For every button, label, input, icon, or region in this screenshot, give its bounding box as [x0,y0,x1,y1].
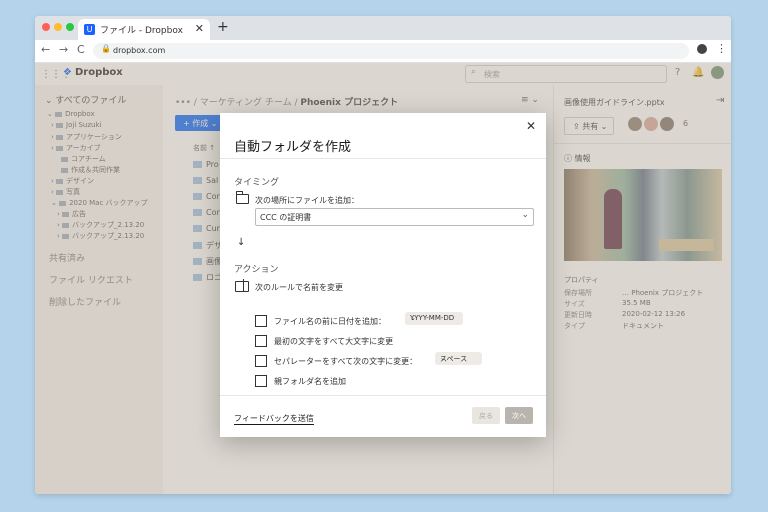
chevron-down-icon: ⌄ [521,210,529,220]
reload-icon[interactable]: C [77,43,85,56]
add-date-checkbox[interactable] [255,315,267,327]
close-icon[interactable]: ✕ [526,119,536,133]
rename-rule-label: 次のルールで名前を変更 [255,283,343,292]
option-parent-folder: 親フォルダ名を追加 [255,375,495,389]
folder-icon [235,191,249,204]
browser-window: U ファイル - Dropbox ✕ + ← → C 🔒 dropbox.com… [35,16,731,494]
maximize-window-icon[interactable] [66,23,74,31]
tab-title: ファイル - Dropbox [100,26,183,36]
divider [220,158,546,159]
url-text: dropbox.com [113,46,166,55]
dropbox-favicon-icon: U [84,24,95,35]
lock-icon: 🔒 [101,44,111,53]
selected-folder-value: CCC の証明書 [260,213,312,222]
close-window-icon[interactable] [42,23,50,31]
tab-strip: U ファイル - Dropbox ✕ + [35,16,731,40]
add-to-label: 次の場所にファイルを追加： [255,196,359,205]
option-label: ファイル名の前に日付を追加： [274,317,386,326]
option-capitalize: 最初の文字をすべて大文字に変更 [255,335,495,349]
divider [220,395,546,396]
new-tab-button[interactable]: + [217,19,229,35]
capitalize-checkbox[interactable] [255,335,267,347]
account-icon[interactable] [697,44,707,54]
send-feedback-link[interactable]: フィードバックを送信 [234,413,314,425]
action-section-label: アクション [234,265,279,275]
dialog-title: 自動フォルダを作成 [234,140,352,155]
option-add-date: ファイル名の前に日付を追加： YYYY-MM-DD ⌄ [255,312,495,329]
address-bar: ← → C 🔒 dropbox.com ⋮ [35,40,731,63]
browser-tab[interactable]: U ファイル - Dropbox ✕ [78,19,210,40]
tab-close-icon[interactable]: ✕ [195,22,204,35]
next-button-label: 次へ [512,412,526,420]
next-button[interactable]: 次へ [505,407,533,424]
separator-dropdown[interactable]: スペース ⌄ [435,352,482,365]
timing-section-label: タイミング [234,178,280,188]
option-label: セパレーターをすべて次の文字に変更： [274,357,418,366]
back-button-label: 戻る [479,412,493,420]
option-label: 最初の文字をすべて大文字に変更 [274,337,394,346]
destination-folder-select[interactable]: CCC の証明書 ⌄ [255,208,534,226]
date-format-dropdown[interactable]: YYYY-MM-DD ⌄ [405,312,463,325]
arrow-down-icon: ↓ [237,237,246,248]
chevron-down-icon: ⌄ [440,354,446,362]
separator-checkbox[interactable] [255,355,267,367]
url-field[interactable]: 🔒 dropbox.com [93,43,689,59]
more-menu-icon[interactable]: ⋮ [716,42,727,55]
parent-folder-checkbox[interactable] [255,375,267,387]
option-separator: セパレーターをすべて次の文字に変更： スペース ⌄ [255,352,495,369]
create-automated-folder-dialog: ✕ 自動フォルダを作成 タイミング 次の場所にファイルを追加： CCC の証明書… [220,113,546,437]
option-label: 親フォルダ名を追加 [274,377,346,386]
back-button[interactable]: 戻る [472,407,500,424]
minimize-window-icon[interactable] [54,23,62,31]
chevron-down-icon: ⌄ [410,314,416,322]
back-arrow-icon[interactable]: ← [41,43,50,56]
rename-icon [235,279,249,292]
forward-arrow-icon[interactable]: → [59,43,68,56]
